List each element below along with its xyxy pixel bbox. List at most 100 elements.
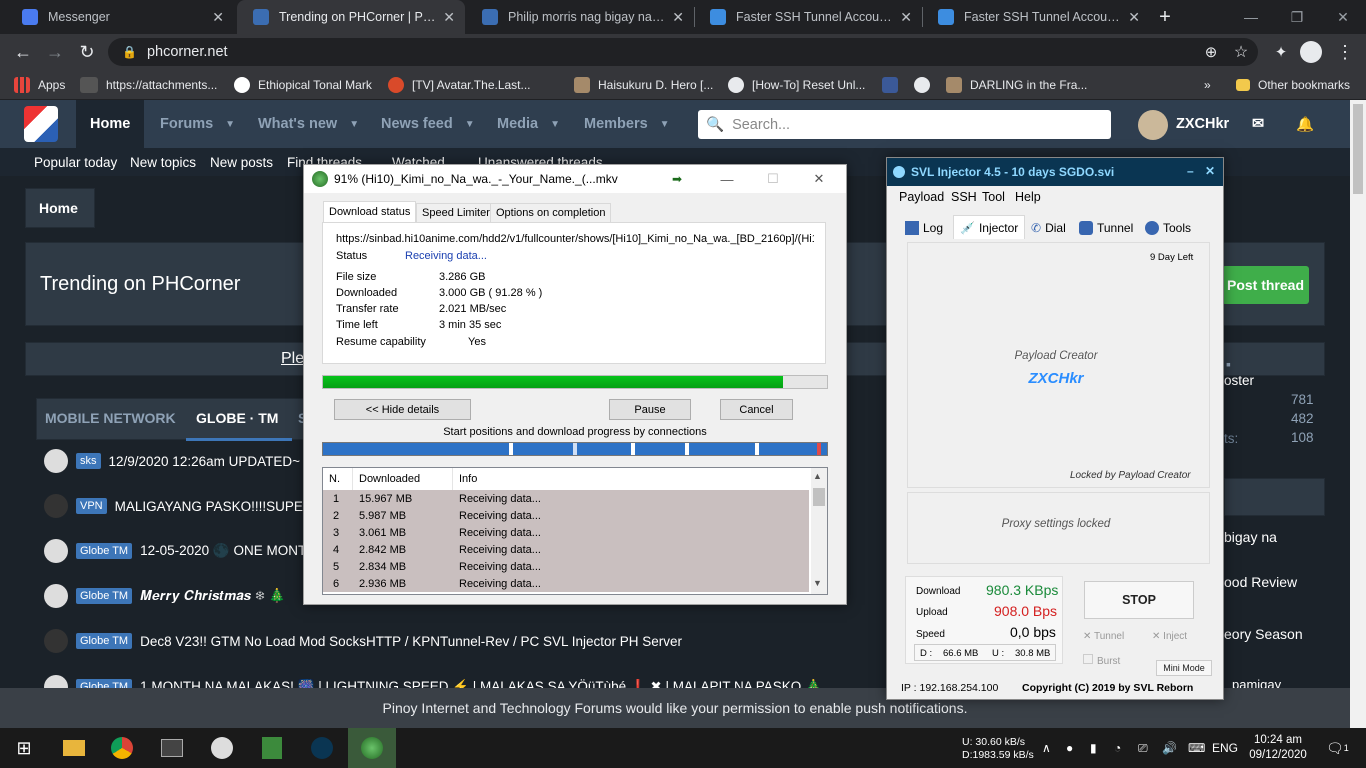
maximize-button[interactable]: ☐ [750,165,796,193]
file-explorer-icon[interactable] [50,728,98,768]
bookmark-apps[interactable]: Apps [14,70,65,100]
star-icon[interactable]: ☆ [1226,34,1256,70]
site-search-input[interactable]: 🔍 Search... [698,110,1111,139]
volume-icon[interactable]: 🔊 [1162,728,1177,768]
menu-payload[interactable]: Payload [899,190,944,204]
post-thread-button[interactable]: Post thread [1222,266,1309,304]
bookmark-facebook[interactable] [882,70,906,100]
idm-taskbar-icon[interactable] [348,728,396,768]
tab-dial[interactable]: ✆ Dial [1031,217,1066,239]
bookmark-ethiopical[interactable]: Ethiopical Tonal Mark [234,70,372,100]
svl-taskbar-icon[interactable] [298,728,346,768]
subnav-new-topics[interactable]: New topics [130,148,196,176]
menu-help[interactable]: Help [1015,190,1041,204]
mini-mode-button[interactable]: Mini Mode [1156,660,1212,676]
scrollbar-thumb[interactable] [1353,104,1363,194]
user-menu[interactable]: ZXCHkr [1176,100,1229,148]
column-header[interactable]: N. [323,468,353,490]
thread-row[interactable]: VPN MALIGAYANG PASKO!!!!SUPE [44,489,303,523]
sidebar-thread-link[interactable]: ood Review [1224,574,1297,590]
close-icon[interactable]: ✕ [672,9,684,26]
tunnel-checkbox[interactable]: ✕ Tunnel [1083,631,1124,642]
profile-avatar[interactable] [1300,41,1322,63]
windows-start-icon[interactable]: ⊞ [0,728,48,768]
bookmark-avatar[interactable]: [TV] Avatar.The.Last... [388,70,531,100]
address-bar[interactable]: 🔒 phcorner.net [108,38,1258,66]
sidebar-thread-link[interactable]: bigay na [1224,529,1277,545]
tab-tools[interactable]: Tools [1145,217,1191,239]
cancel-button[interactable]: Cancel [720,399,793,420]
table-scrollbar[interactable]: ▲ ▼ [811,468,827,594]
thread-row[interactable]: Globe TM 12-05-2020 🌑 ONE MONT [44,534,306,568]
menu-icon[interactable]: ⋮ [1330,34,1360,70]
thread-row[interactable]: Globe TM Dec8 V23!! GTM No Load Mod Socks… [44,624,682,658]
pause-button[interactable]: Pause [609,399,691,420]
tab-options-on-completion[interactable]: Options on completion [490,203,612,223]
table-row[interactable]: 1 15.967 MB Receiving data... [323,490,809,507]
back-icon[interactable]: ← [8,34,38,70]
nav-forums[interactable]: Forums ▼ [160,100,235,148]
close-button[interactable]: ✕ [796,165,842,193]
language-indicator[interactable]: ENG [1212,728,1238,768]
nav-media[interactable]: Media ▼ [497,100,560,148]
new-tab-button[interactable]: + [1148,0,1182,34]
nav-home[interactable]: Home [76,100,145,148]
minimize-button[interactable]: — [704,165,750,193]
clock-app-icon[interactable] [198,728,246,768]
tab-injector[interactable]: 💉 Injector [953,215,1026,239]
nav-whats-new[interactable]: What's new ▼ [258,100,359,148]
svl-title-bar[interactable]: SVL Injector 4.5 - 10 days SGDO.svi – ✕ [887,158,1223,186]
scroll-up-icon[interactable]: ▲ [813,471,822,481]
notification-icon[interactable]: 🗨 1 [1326,728,1349,768]
table-row[interactable]: 5 2.834 MB Receiving data... [323,558,809,575]
battery-icon[interactable]: ▮ [1090,728,1097,768]
network-icon[interactable]: ⎚ [1138,728,1148,768]
wifi-icon[interactable]: ◔ [1114,728,1121,768]
user-avatar[interactable] [1138,110,1168,140]
forward-icon[interactable]: → [40,34,70,70]
nav-members[interactable]: Members ▼ [584,100,670,148]
minimize-icon[interactable]: – [1187,164,1194,178]
reload-icon[interactable]: ↻ [72,34,102,70]
keyboard-icon[interactable]: ⌨ [1188,728,1205,768]
notice-link[interactable]: Ple [281,350,304,368]
tab-speed-limiter[interactable]: Speed Limiter [416,203,496,223]
menu-ssh[interactable]: SSH [951,190,977,204]
table-row[interactable]: 3 3.061 MB Receiving data... [323,524,809,541]
tab-ssh-2[interactable]: Faster SSH Tunnel Accounts and✕ [922,0,1150,34]
add-to-bookmark-icon[interactable]: ⊕ [1196,34,1226,70]
thread-row[interactable]: Globe TM 𝑴𝒆𝒓𝒓𝒚 𝑪𝒉𝒓𝒊𝒔𝒕𝒎𝒂𝒔 ❄ 🎄 [44,579,286,613]
inbox-icon[interactable]: ✉ [1252,100,1264,148]
clock[interactable]: 10:24 am 09/12/2020 [1248,733,1308,763]
idm-tray-icon[interactable]: ● [1066,728,1073,768]
spreadsheet-icon[interactable] [248,728,296,768]
scrollbar-thumb[interactable] [813,488,825,506]
chevron-up-icon[interactable]: ∧ [1042,728,1051,768]
tab-globe-tm[interactable]: GLOBE · TM [196,410,278,426]
minimize-button[interactable]: — [1228,0,1274,34]
bookmark-darling[interactable]: DARLING in the Fra... [946,70,1087,100]
bookmarks-overflow[interactable]: » [1204,70,1211,100]
subnav-new-posts[interactable]: New posts [210,148,273,176]
thread-row[interactable]: sks 12/9/2020 12:26am UPDATED~ [44,444,300,478]
tab-philip-morris[interactable]: Philip morris nag bigay na | Pinoy✕ [466,0,694,34]
tab-messenger[interactable]: Messenger ✕ [6,0,234,34]
column-header[interactable]: Downloaded [353,468,453,490]
close-window-button[interactable]: ✕ [1320,0,1366,34]
page-scrollbar[interactable] [1350,100,1366,728]
column-header[interactable]: Info [453,468,811,490]
stop-button[interactable]: STOP [1084,581,1194,619]
phcorner-logo[interactable] [24,106,58,142]
scroll-down-icon[interactable]: ▼ [813,578,822,588]
close-icon[interactable]: ✕ [1128,9,1140,26]
table-row[interactable]: 4 2.842 MB Receiving data... [323,541,809,558]
close-icon[interactable]: ✕ [900,9,912,26]
close-icon[interactable]: ✕ [443,9,455,26]
bookmark-other[interactable]: Other bookmarks [1236,70,1350,100]
table-row[interactable]: 6 2.936 MB Receiving data... [323,575,809,592]
menu-tool[interactable]: Tool [982,190,1005,204]
tab-log[interactable]: Log [905,217,943,239]
terminal-icon[interactable] [148,728,196,768]
bookmark-attachments[interactable]: https://attachments... [80,70,217,100]
tab-tunnel[interactable]: Tunnel [1079,217,1133,239]
